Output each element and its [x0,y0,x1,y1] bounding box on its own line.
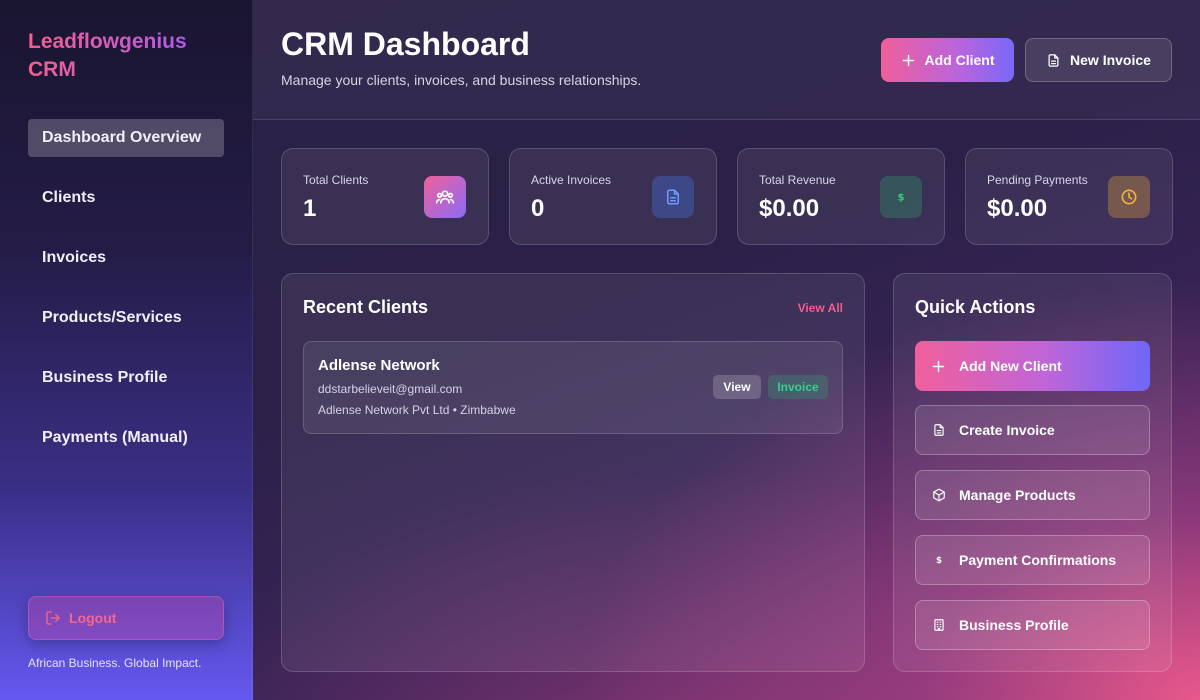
page-title: CRM Dashboard [281,26,530,62]
box-icon [933,488,945,502]
dollar-icon: $ [880,176,922,218]
app-root: Leadflowgenius CRM Dashboard Overview Cl… [0,0,1200,700]
building-icon [934,619,944,631]
sidebar-item-invoices[interactable]: Invoices [28,239,224,277]
quick-actions-panel: Quick Actions Add New Client Create Invo… [893,273,1172,672]
stat-card-total-clients: Total Clients 1 [281,148,489,245]
stat-label: Total Clients [303,173,369,187]
recent-clients-title: Recent Clients [303,297,429,317]
stat-label: Active Invoices [531,173,612,187]
client-email: ddstarbelieveit@gmail.com [318,382,463,396]
view-client-button[interactable]: View [713,375,761,399]
client-company: Adlense Network Pvt Ltd • Zimbabwe [318,403,516,417]
client-name: Adlense Network [318,357,440,374]
logout-icon [46,611,60,625]
payment-confirmations-label: Payment Confirmations [959,552,1117,568]
manage-products-button[interactable]: Manage Products [915,470,1150,520]
svg-text:$: $ [898,192,905,203]
business-profile-button[interactable]: Business Profile [915,600,1150,650]
document-icon [652,176,694,218]
create-invoice-button[interactable]: Create Invoice [915,405,1150,455]
recent-clients-panel: Recent Clients View All Adlense Network … [281,273,865,672]
sidebar-item-business-profile[interactable]: Business Profile [28,359,224,397]
add-client-label: Add Client [924,52,995,68]
create-invoice-label: Create Invoice [959,422,1055,438]
sidebar: Leadflowgenius CRM Dashboard Overview Cl… [0,0,253,700]
sidebar-item-payments-manual[interactable]: Payments (Manual) [28,419,224,457]
plus-icon [902,54,914,66]
add-new-client-label: Add New Client [959,358,1062,374]
invoice-client-button[interactable]: Invoice [768,375,828,399]
add-client-button[interactable]: Add Client [881,38,1014,82]
svg-text:$: $ [936,556,942,566]
sidebar-item-dashboard-overview[interactable]: Dashboard Overview [28,119,224,157]
page-header: CRM Dashboard Manage your clients, invoi… [253,0,1200,120]
sidebar-item-products-services[interactable]: Products/Services [28,299,224,337]
client-card[interactable]: Adlense Network ddstarbelieveit@gmail.co… [303,341,843,434]
logout-label: Logout [69,610,117,626]
view-all-link[interactable]: View All [798,301,843,315]
payment-confirmations-button[interactable]: $ Payment Confirmations [915,535,1150,585]
stat-card-total-revenue: Total Revenue $0.00 $ [737,148,945,245]
logout-button[interactable]: Logout [28,596,224,640]
stat-value: 1 [303,195,317,222]
document-icon [1048,53,1059,67]
stat-value: $0.00 [759,195,820,222]
stat-value: $0.00 [987,195,1048,222]
dollar-icon: $ [936,556,942,566]
plus-icon [932,360,945,372]
main-content: CRM Dashboard Manage your clients, invoi… [253,0,1200,700]
stat-value: 0 [531,195,545,222]
stat-card-active-invoices: Active Invoices 0 [509,148,717,245]
brand-logo-text: Leadflowgenius CRM [28,28,238,84]
stat-card-pending-payments: Pending Payments $0.00 [965,148,1173,245]
quick-actions-title: Quick Actions [915,297,1036,317]
sidebar-tagline: African Business. Global Impact. [28,656,202,670]
add-new-client-button[interactable]: Add New Client [915,341,1150,391]
sidebar-nav: Dashboard Overview Clients Invoices Prod… [28,119,224,479]
stat-label: Total Revenue [759,173,836,187]
business-profile-label: Business Profile [959,617,1069,633]
document-icon [934,424,944,436]
sidebar-item-clients[interactable]: Clients [28,179,224,217]
new-invoice-button[interactable]: New Invoice [1025,38,1172,82]
manage-products-label: Manage Products [959,487,1076,503]
new-invoice-label: New Invoice [1070,52,1151,68]
stat-label: Pending Payments [987,173,1088,187]
clock-icon [1108,176,1150,218]
page-subtitle: Manage your clients, invoices, and busin… [281,72,642,88]
users-icon [424,176,466,218]
